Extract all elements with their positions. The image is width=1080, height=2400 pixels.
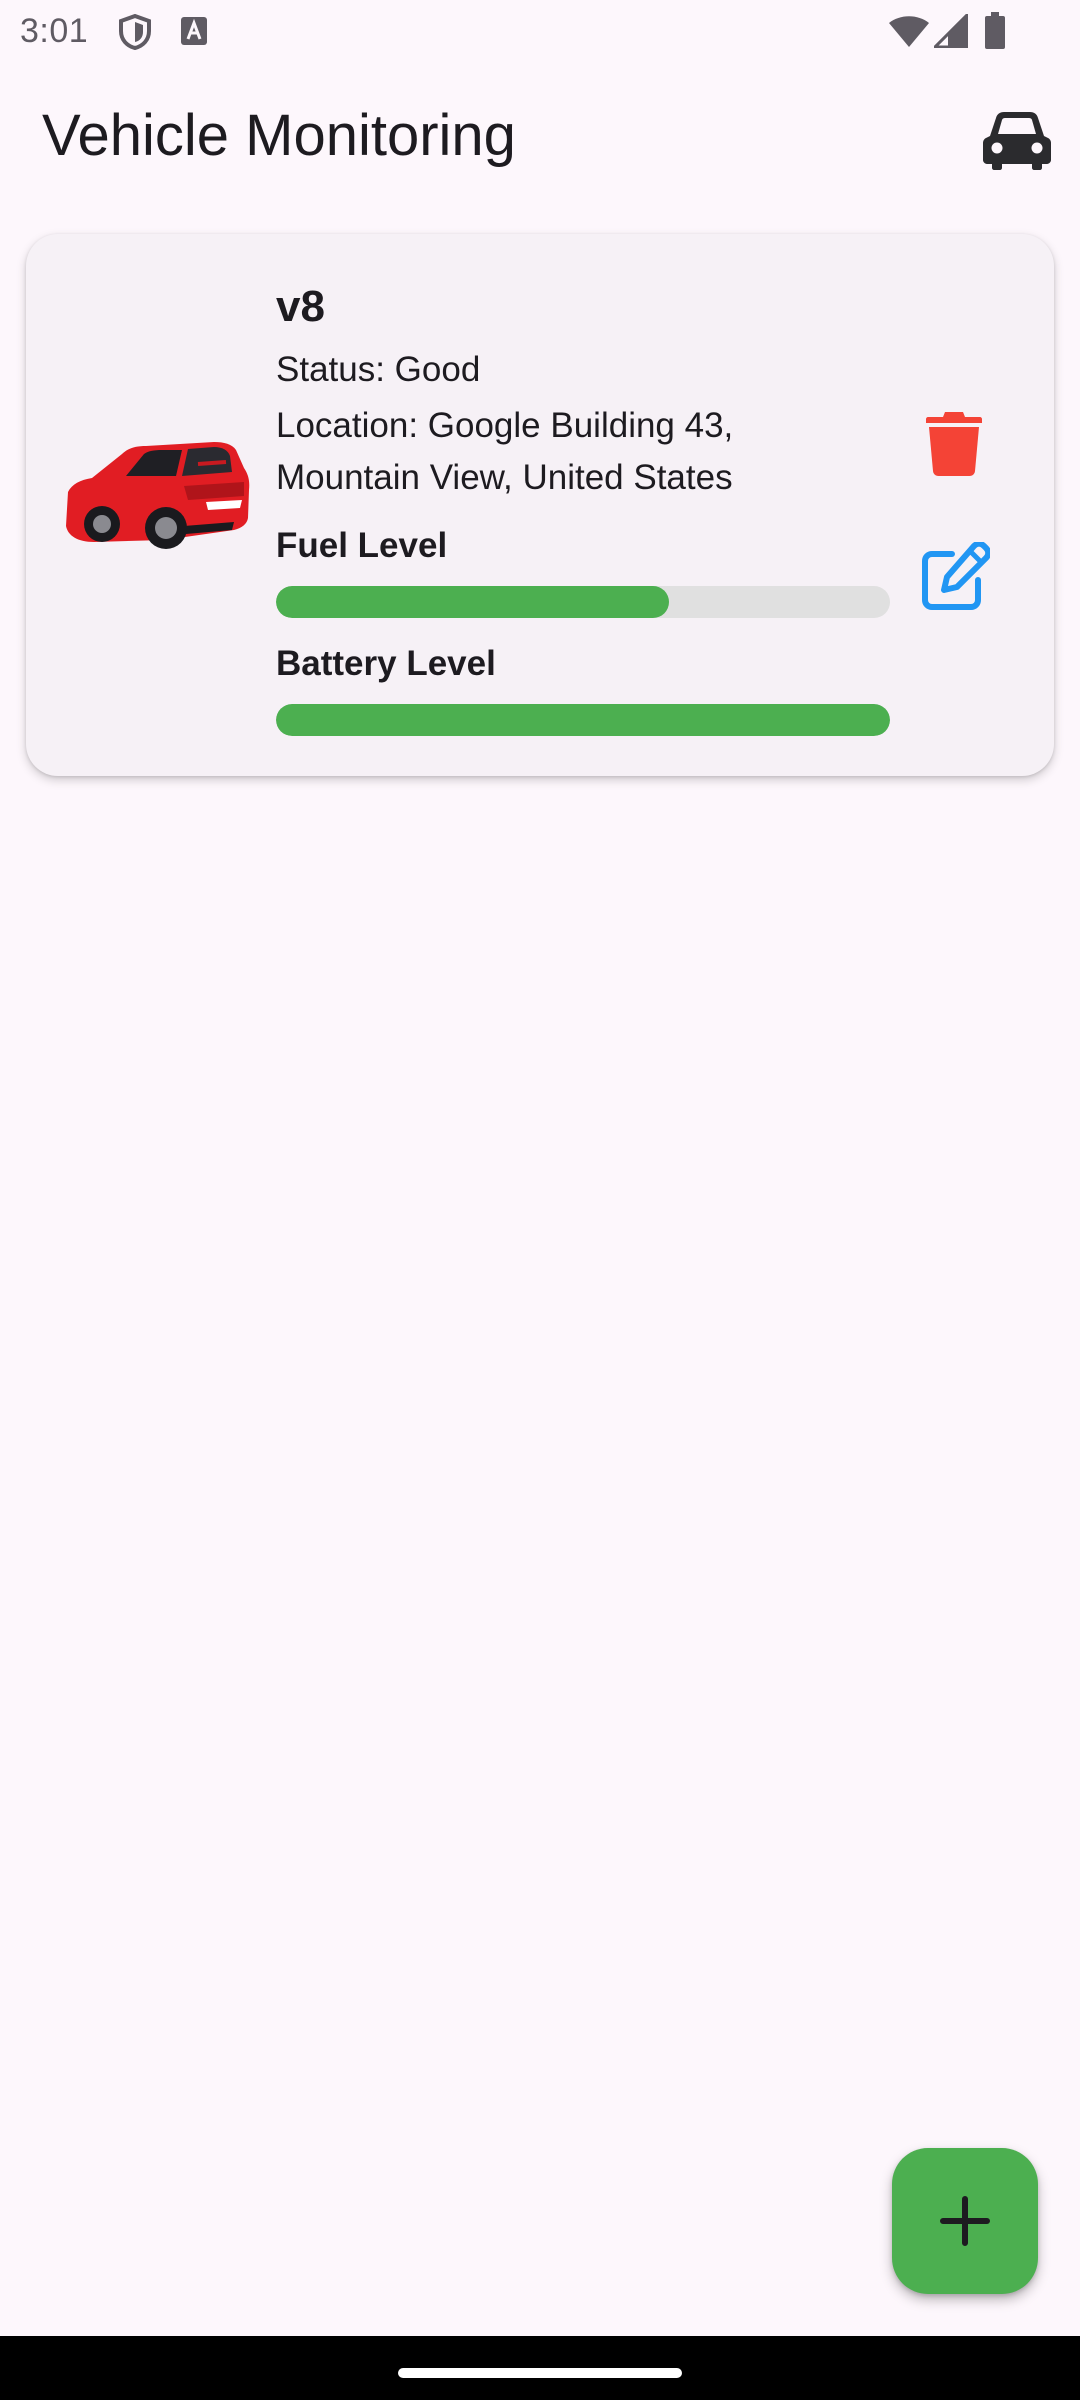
- add-vehicle-button[interactable]: [892, 2148, 1038, 2294]
- navigation-bar: [0, 2336, 1080, 2400]
- battery-level-bar: [276, 704, 890, 736]
- battery-icon: [984, 12, 1006, 55]
- fuel-level-label: Fuel Level: [276, 526, 448, 565]
- fuel-level-bar: [276, 586, 890, 618]
- vehicle-location: Location: Google Building 43, Mountain V…: [276, 406, 734, 497]
- edit-icon[interactable]: [916, 536, 996, 616]
- status-time: 3:01: [20, 12, 89, 50]
- vehicle-image: [64, 434, 250, 559]
- vehicle-status: Status: Good: [276, 350, 481, 389]
- app-bar: Vehicle Monitoring: [0, 64, 1080, 208]
- status-bar: 3:01: [0, 0, 1080, 64]
- wifi-icon: [888, 14, 930, 53]
- battery-level-fill: [276, 704, 890, 736]
- home-gesture-handle[interactable]: [398, 2368, 682, 2378]
- page-title: Vehicle Monitoring: [42, 103, 516, 168]
- battery-level-label: Battery Level: [276, 644, 496, 683]
- vehicle-card[interactable]: v8 Status: Good Location: Google Buildin…: [26, 234, 1054, 776]
- text-a-icon: [180, 16, 208, 51]
- car-icon[interactable]: [982, 110, 1052, 170]
- delete-icon[interactable]: [918, 402, 990, 484]
- shield-icon: [118, 13, 152, 55]
- fuel-level-fill: [276, 586, 669, 618]
- plus-icon: [940, 2196, 990, 2246]
- signal-icon: [931, 11, 969, 53]
- screen: 3:01 Vehicle Monitoring v8 Status: Good …: [0, 0, 1080, 2400]
- vehicle-name: v8: [276, 282, 325, 331]
